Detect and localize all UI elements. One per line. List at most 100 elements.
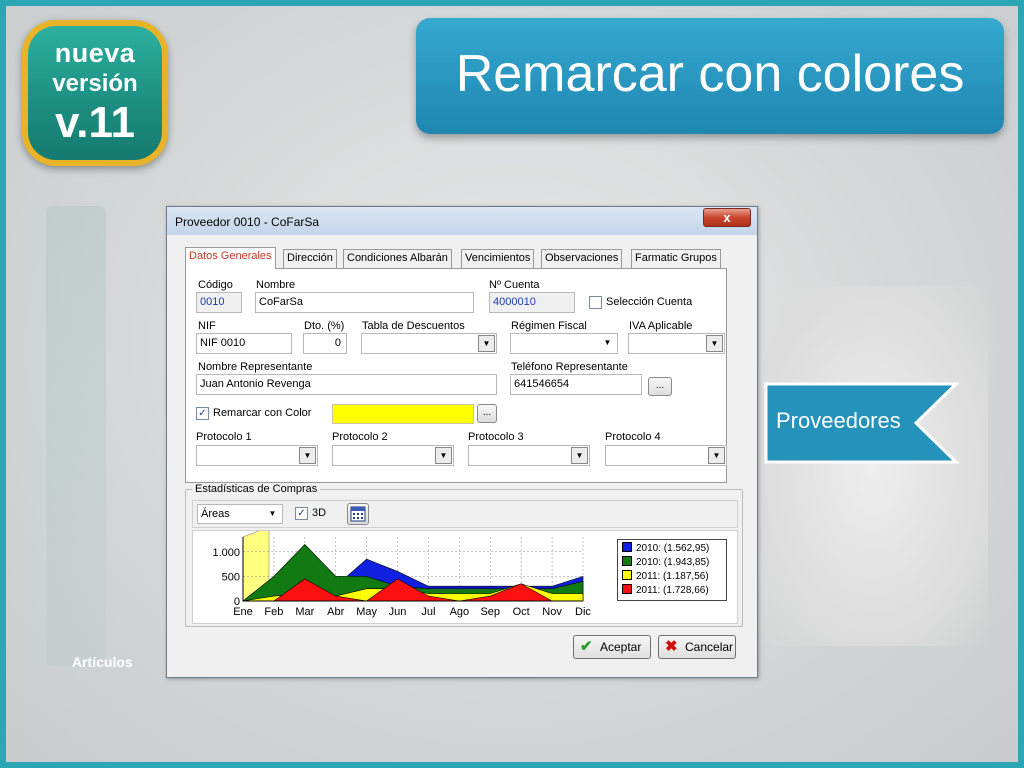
tabla-descuentos-select[interactable]: ▼: [361, 333, 497, 354]
cancel-icon: ✖: [665, 638, 678, 655]
three-d-label: 3D: [312, 507, 327, 519]
nif-field[interactable]: NIF 0010: [196, 333, 292, 354]
tab-datos-generales[interactable]: Datos Generales: [185, 247, 276, 269]
version-badge-inner: nueva versión v.11: [28, 26, 162, 160]
legend-label: 2010: (1.943,85): [636, 557, 710, 568]
calculator-icon: [350, 506, 366, 522]
chevron-down-icon[interactable]: ▼: [571, 447, 588, 464]
chart-type-select[interactable]: Áreas ▼: [197, 504, 283, 524]
legend-swatch: [622, 542, 632, 552]
legend-item: 2011: (1.728,66): [622, 584, 709, 598]
close-icon: x: [723, 210, 731, 225]
purchases-chart-svg: 1.0005000Ene Feb Mar Abr May Jun Jul Ago Sep Oct N…: [212, 531, 591, 618]
legend-item: 2010: (1.562,95): [622, 542, 709, 556]
chart-x-tick-label: Ene: [233, 606, 253, 618]
chart-toolbar: Áreas ▼ ✓ 3D: [192, 500, 738, 528]
cancel-label: Cancelar: [685, 640, 734, 654]
protocolo-1-label: Protocolo 1: [196, 431, 252, 443]
chart-x-tick-label: May: [356, 606, 377, 618]
chart-x-tick-label: Abr: [327, 606, 344, 618]
remarcar-color-label: Remarcar con Color: [213, 407, 312, 419]
nombre-label: Nombre: [256, 279, 296, 291]
tabla-descuentos-label: Tabla de Descuentos: [362, 320, 465, 332]
slide-title: Remarcar con colores: [416, 18, 1004, 134]
badge-line-2: versión: [52, 70, 138, 97]
dto-field[interactable]: 0: [303, 333, 347, 354]
telefono-more-button[interactable]: ...: [648, 377, 672, 396]
regimen-fiscal-label: Régimen Fiscal: [511, 320, 587, 332]
dialog-titlebar[interactable]: Proveedor 0010 - CoFarSa x: [167, 207, 757, 235]
chart-x-tick-label: Nov: [542, 606, 562, 618]
telefono-representante-label: Teléfono Representante: [511, 361, 628, 373]
seleccion-cuenta-checkbox[interactable]: [589, 296, 602, 309]
legend-swatch: [622, 556, 632, 566]
accept-button[interactable]: ✔ Aceptar: [573, 635, 651, 659]
legend-item: 2011: (1.187,56): [622, 570, 709, 584]
chevron-down-icon[interactable]: ▼: [599, 335, 616, 352]
protocolo-3-label: Protocolo 3: [468, 431, 524, 443]
articulos-label: Artículos: [72, 654, 133, 670]
calculator-button[interactable]: [347, 503, 369, 525]
chevron-down-icon[interactable]: ▼: [299, 447, 316, 464]
nombre-field[interactable]: CoFarSa: [255, 292, 474, 313]
legend-label: 2011: (1.187,56): [636, 571, 709, 582]
chart-x-tick-label: Dic: [575, 606, 591, 618]
protocolo-2-label: Protocolo 2: [332, 431, 388, 443]
background-photo: [758, 286, 988, 646]
chevron-down-icon[interactable]: ▼: [708, 447, 725, 464]
tab-observaciones[interactable]: Observaciones: [541, 249, 623, 268]
badge-line-3: v.11: [55, 98, 135, 147]
legend-item: 2010: (1.943,85): [622, 556, 709, 570]
telefono-representante-field[interactable]: 641546654: [510, 374, 642, 395]
protocolo-4-select[interactable]: ▼: [605, 445, 727, 466]
protocolo-3-select[interactable]: ▼: [468, 445, 590, 466]
chart-x-tick-label: Jul: [421, 606, 435, 618]
dto-label: Dto. (%): [304, 320, 345, 332]
legend-label: 2010: (1.562,95): [636, 543, 710, 554]
version-badge: nueva versión v.11: [22, 20, 168, 166]
chart-x-tick-label: Mar: [295, 606, 314, 618]
iva-select[interactable]: ▼: [628, 333, 725, 354]
seleccion-cuenta-label: Selección Cuenta: [606, 296, 693, 308]
nif-label: NIF: [198, 320, 216, 332]
dialog-title: Proveedor 0010 - CoFarSa: [175, 215, 320, 229]
nombre-representante-label: Nombre Representante: [198, 361, 313, 373]
protocolo-1-select[interactable]: ▼: [196, 445, 318, 466]
nombre-representante-field[interactable]: Juan Antonio Revenga: [196, 374, 497, 395]
three-d-checkbox[interactable]: ✓: [295, 507, 308, 520]
cuenta-label: Nº Cuenta: [489, 279, 540, 291]
remarcar-color-checkbox[interactable]: ✓: [196, 407, 209, 420]
protocolo-4-label: Protocolo 4: [605, 431, 661, 443]
chart-x-tick-label: Ago: [450, 606, 470, 618]
iva-label: IVA Aplicable: [629, 320, 693, 332]
close-button[interactable]: x: [703, 208, 751, 227]
color-picker-button[interactable]: ...: [477, 404, 497, 423]
tab-farmatic-grupos[interactable]: Farmatic Grupos: [631, 249, 721, 268]
tab-condiciones-albaran[interactable]: Condiciones Albarán: [343, 249, 452, 268]
checkmark-icon: ✔: [580, 638, 593, 655]
chevron-down-icon[interactable]: ▼: [706, 335, 723, 352]
chevron-down-icon[interactable]: ▼: [478, 335, 495, 352]
chart-type-value: Áreas: [201, 508, 230, 520]
legend-swatch: [622, 584, 632, 594]
remarcar-color-swatch[interactable]: [332, 404, 474, 424]
chart-y-tick-label: 1.000: [212, 547, 240, 559]
cancel-button[interactable]: ✖ Cancelar: [658, 635, 736, 659]
accept-label: Aceptar: [600, 640, 642, 654]
protocolo-2-select[interactable]: ▼: [332, 445, 454, 466]
proveedor-dialog: Proveedor 0010 - CoFarSa x Datos General…: [166, 206, 758, 678]
chart-legend: 2010: (1.562,95) 2010: (1.943,85) 2011: …: [617, 539, 727, 601]
chevron-down-icon[interactable]: ▼: [435, 447, 452, 464]
tab-vencimientos[interactable]: Vencimientos: [461, 249, 535, 268]
regimen-fiscal-select[interactable]: ▼: [510, 333, 618, 354]
tab-direccion[interactable]: Dirección: [283, 249, 337, 268]
estadisticas-title: Estadísticas de Compras: [192, 483, 321, 495]
codigo-field[interactable]: 0010: [196, 292, 242, 313]
proveedores-tag: Proveedores: [764, 382, 960, 464]
background-logo-watermark: [46, 206, 106, 666]
badge-line-1: nueva: [54, 38, 136, 68]
proveedores-tag-label: Proveedores: [776, 408, 901, 433]
purchases-chart: 1.000 500 0 Ene Feb Mar Abr May Jun Jul Ago Sep Oct N…: [192, 530, 738, 624]
chevron-down-icon[interactable]: ▼: [264, 506, 281, 522]
cuenta-field[interactable]: 4000010: [489, 292, 575, 313]
